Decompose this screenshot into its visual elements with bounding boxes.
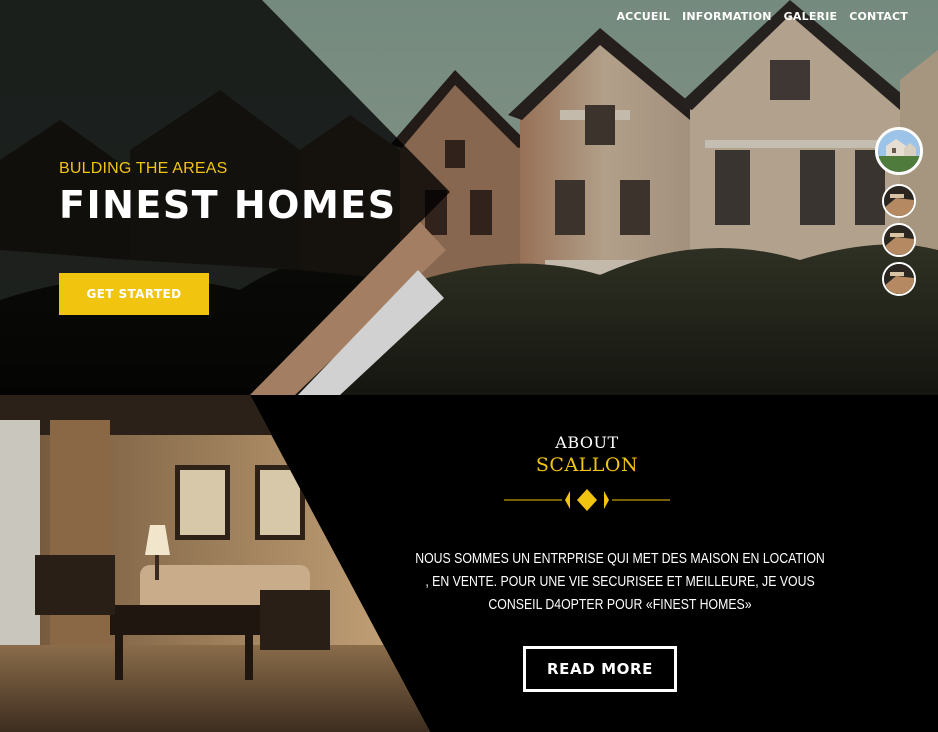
about-description: NOUS SOMMES UN ENTRPRISE QUI MET DES MAI…: [415, 550, 825, 613]
nav-item-accueil[interactable]: ACCUEIL: [616, 10, 670, 23]
nav-item-information[interactable]: INFORMATION: [682, 10, 772, 23]
nav-item-contact[interactable]: CONTACT: [849, 10, 908, 23]
hero-subtitle: BULDING THE AREAS: [59, 160, 228, 177]
about-company-name: SCALLON: [535, 454, 639, 476]
slide-thumbnail-3[interactable]: [882, 223, 916, 257]
slide-thumbnail-icon: [884, 264, 914, 294]
house-thumbnail-icon: [878, 130, 920, 172]
about-section: ABOUT SCALLON NOUS SOMMES UN ENTRPRISE Q…: [0, 395, 938, 732]
main-nav: ACCUEIL INFORMATION GALERIE CONTACT: [616, 10, 908, 23]
diamond-divider-icon: [504, 489, 670, 511]
nav-item-galerie[interactable]: GALERIE: [784, 10, 838, 23]
hero-title: FINEST HOMES: [59, 183, 397, 227]
slide-thumbnail-icon: [884, 225, 914, 255]
about-label: ABOUT: [555, 433, 619, 452]
slide-thumbnail-4[interactable]: [882, 262, 916, 296]
slide-thumbnail-1[interactable]: [875, 127, 923, 175]
hero-section: ACCUEIL INFORMATION GALERIE CONTACT BULD…: [0, 0, 938, 395]
get-started-button[interactable]: GET STARTED: [59, 273, 209, 315]
slide-thumbnail-2[interactable]: [882, 184, 916, 218]
read-more-button[interactable]: READ MORE: [523, 646, 677, 692]
slide-thumbnail-icon: [884, 186, 914, 216]
about-heading: ABOUT SCALLON: [504, 433, 670, 476]
